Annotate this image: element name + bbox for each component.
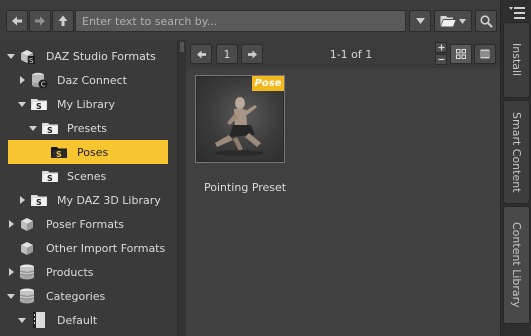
svg-text:S: S [36, 198, 42, 207]
icon-view-button[interactable] [450, 44, 472, 64]
up-button[interactable] [52, 10, 74, 32]
search-options-dropdown[interactable] [409, 10, 431, 32]
tree-item-label: Other Import Formats [46, 241, 166, 255]
content-view: 1 1-1 of 1 Pose Pointing Preset [186, 40, 500, 336]
tree-item-label: Default [57, 313, 98, 327]
tree-item-label: Categories [46, 289, 106, 303]
folder-icon: S [42, 171, 58, 183]
back-button[interactable] [6, 10, 28, 32]
tree-item-label: My DAZ 3D Library [57, 193, 161, 207]
arrow-left-icon [196, 49, 206, 59]
folder-options-button[interactable] [434, 10, 472, 32]
daz-connect-icon: C [32, 72, 48, 89]
poser-formats-icon [21, 218, 33, 231]
svg-text:S: S [47, 174, 53, 183]
tree-item-daz-connect[interactable]: C Daz Connect [0, 68, 178, 92]
tree-item-label: Poses [77, 145, 109, 159]
splitter-grip[interactable] [180, 42, 184, 52]
expand-arrow-icon[interactable] [18, 196, 26, 204]
svg-text:S: S [47, 126, 53, 135]
library-folder-icon: S [31, 195, 47, 207]
search-icon [479, 14, 493, 28]
daz-formats-icon: S [21, 50, 35, 65]
database-icon [19, 288, 35, 304]
search-input[interactable] [75, 10, 406, 32]
tab-label: Smart Content [510, 111, 523, 193]
page-info: 1-1 of 1 [329, 48, 373, 61]
collapse-arrow-icon[interactable] [18, 316, 26, 324]
grid-view-icon [456, 49, 466, 59]
tree-item-poses[interactable]: S Poses [8, 140, 168, 164]
tab-smart-content[interactable]: Smart Content [503, 100, 530, 204]
chevron-down-icon [459, 18, 466, 24]
tab-label: Install [510, 43, 523, 77]
next-page-button[interactable] [241, 44, 263, 64]
tree-item-label: DAZ Studio Formats [46, 49, 156, 63]
tree-item-label: My Library [57, 97, 115, 111]
tree-item-my-daz-3d-library[interactable]: S My DAZ 3D Library [0, 188, 178, 212]
arrow-right-icon [247, 49, 257, 59]
library-folder-icon: S [31, 99, 47, 111]
minus-icon [438, 58, 444, 61]
collapse-arrow-icon[interactable] [7, 292, 15, 300]
expand-arrow-icon[interactable] [18, 76, 26, 84]
arrow-left-icon [12, 16, 22, 26]
arrow-up-icon [58, 15, 68, 26]
tree-item-poser-formats[interactable]: Poser Formats [0, 212, 178, 236]
collapse-arrow-icon[interactable] [18, 100, 26, 108]
content-toolbar [0, 0, 500, 40]
list-view-icon [480, 49, 490, 59]
folder-icon: S [42, 123, 58, 135]
page-nav-bar: 1 1-1 of 1 [186, 40, 500, 68]
import-formats-icon [21, 242, 33, 255]
arrow-right-icon [35, 16, 45, 26]
svg-text:S: S [56, 150, 62, 159]
tab-install[interactable]: Install [503, 22, 530, 98]
folder-open-icon [440, 16, 456, 27]
chevron-down-icon [415, 18, 425, 24]
tree-item-my-library[interactable]: S My Library [0, 92, 178, 116]
page-number-field[interactable]: 1 [216, 44, 238, 64]
svg-text:C: C [41, 81, 46, 89]
pane-menu-icon[interactable] [509, 6, 525, 20]
expand-arrow-icon[interactable] [7, 220, 15, 228]
pane-splitter[interactable] [178, 40, 186, 336]
side-tab-bar: Install Smart Content Content Library [500, 0, 531, 336]
previous-page-button[interactable] [190, 44, 212, 64]
category-book-icon [33, 312, 45, 328]
tree-item-other-import-formats[interactable]: Other Import Formats [0, 236, 178, 260]
content-item-thumbnail[interactable]: Pose [195, 75, 285, 163]
tree-item-daz-studio-formats[interactable]: S DAZ Studio Formats [0, 44, 178, 68]
svg-text:S: S [29, 57, 34, 65]
tree-item-label: Presets [67, 121, 108, 135]
tree-item-products[interactable]: Products [0, 260, 178, 284]
tree-item-label: Daz Connect [57, 73, 127, 87]
tree-item-label: Poser Formats [46, 217, 124, 231]
database-icon [19, 264, 35, 280]
collapse-arrow-icon[interactable] [29, 124, 37, 132]
tree-item-scenes[interactable]: S Scenes [0, 164, 178, 188]
folder-icon: S [51, 147, 67, 159]
tab-content-library[interactable]: Content Library [503, 206, 530, 324]
svg-text:S: S [36, 102, 42, 111]
tab-label: Content Library [510, 222, 523, 308]
content-item-label[interactable]: Pointing Preset [204, 181, 286, 194]
collapse-arrow-icon[interactable] [7, 52, 15, 60]
tree-item-label: Products [46, 265, 94, 279]
forward-button[interactable] [29, 10, 51, 32]
tree-item-default[interactable]: Default [0, 308, 178, 332]
expand-arrow-icon[interactable] [7, 268, 15, 276]
zoom-in-button[interactable] [435, 42, 447, 53]
pose-badge: Pose [252, 76, 284, 91]
tree-item-categories[interactable]: Categories [0, 284, 178, 308]
zoom-out-button[interactable] [435, 54, 447, 65]
tree-item-label: Scenes [67, 169, 107, 183]
list-view-button[interactable] [474, 44, 496, 64]
content-tree: S DAZ Studio Formats C Daz Connect S My … [0, 40, 178, 336]
zoom-stepper [435, 42, 447, 66]
plus-icon [438, 44, 444, 51]
tree-item-presets[interactable]: S Presets [0, 116, 178, 140]
search-button[interactable] [475, 10, 497, 32]
